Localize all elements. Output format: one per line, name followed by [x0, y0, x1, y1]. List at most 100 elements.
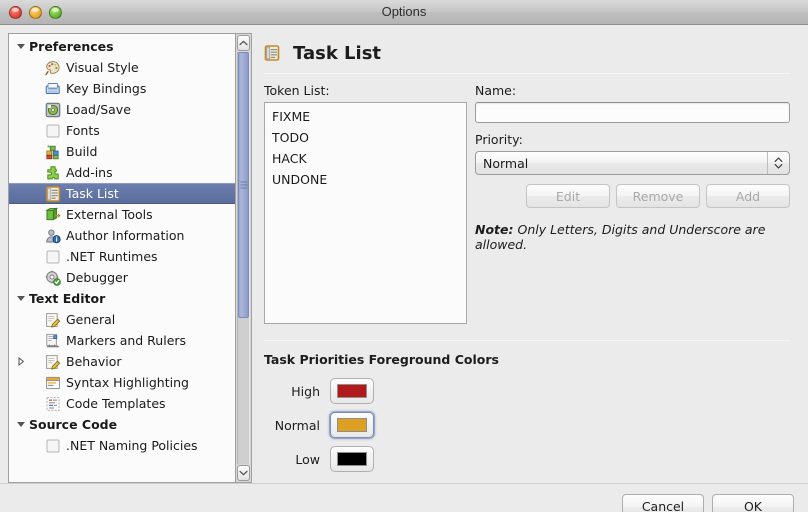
tasklist-icon [45, 185, 61, 202]
colors-section-title: Task Priorities Foreground Colors [264, 352, 499, 367]
add-token-button: Add [706, 184, 790, 208]
priority-select[interactable]: Normal [475, 151, 790, 175]
sidebar-item-text-editor[interactable]: Text Editor [9, 288, 235, 309]
sidebar-item-add-ins[interactable]: Add-ins [9, 162, 235, 183]
sidebar-item-syntax-highlighting[interactable]: Syntax Highlighting [9, 372, 235, 393]
priority-selected-value: Normal [483, 155, 529, 171]
chevron-up-icon [239, 40, 248, 46]
priority-color-row: High [264, 374, 790, 408]
blank-icon [46, 250, 60, 263]
header-divider [264, 73, 790, 74]
remove-token-button: Remove [616, 184, 700, 208]
settings-tree-scrollbar[interactable] [235, 33, 252, 483]
token-list-column: Token List: FIXME TODO HACK UNDONE [264, 83, 467, 324]
dialog-footer: Cancel OK [0, 483, 808, 512]
normal-color-button[interactable] [330, 412, 374, 438]
color-swatch [337, 452, 367, 466]
edit-token-button: Edit [526, 184, 610, 208]
sidebar-item-label: .NET Naming Policies [66, 437, 198, 453]
sidebar-item-markers-and-rulers[interactable]: Markers and Rulers [9, 330, 235, 351]
token-list-item[interactable]: UNDONE [265, 169, 466, 190]
sidebar-item-task-list[interactable]: Task List [9, 183, 235, 204]
twisty-down-icon[interactable] [13, 296, 29, 301]
sidebar-item-label: Markers and Rulers [66, 332, 187, 348]
token-list[interactable]: FIXME TODO HACK UNDONE [264, 102, 467, 324]
scroll-track[interactable] [237, 52, 250, 464]
priority-color-label: High [291, 383, 320, 399]
sidebar-item-visual-style[interactable]: Visual Style [9, 57, 235, 78]
blank-icon [46, 439, 60, 452]
template-icon [46, 396, 60, 411]
sidebar-item-source-code[interactable]: Source Code [9, 414, 235, 435]
token-list-item[interactable]: HACK [265, 148, 466, 169]
sidebar-item-general[interactable]: General [9, 309, 235, 330]
tools-icon [45, 207, 61, 220]
sidebar-item-label: Source Code [29, 416, 118, 432]
scroll-thumb[interactable] [238, 52, 249, 318]
sidebar-item-external-tools[interactable]: External Tools [9, 204, 235, 225]
sidebar-item-label: Build [66, 143, 98, 159]
syntax-icon [46, 376, 60, 389]
sidebar-item-label: Visual Style [66, 59, 139, 75]
dialog-content: Preferences Visual Style Key Bindings Load/… [0, 25, 808, 483]
priority-label: Priority: [475, 132, 523, 147]
twisty-right-icon[interactable] [13, 357, 29, 366]
priority-color-row: Normal [264, 408, 790, 442]
color-swatch [337, 384, 367, 398]
scroll-up-button[interactable] [237, 35, 250, 51]
note-text: Note: Only Letters, Digits and Underscor… [475, 222, 790, 252]
window-titlebar: Options [0, 0, 808, 25]
low-color-button[interactable] [330, 446, 374, 472]
puzzle-icon [47, 165, 59, 179]
cancel-button[interactable]: Cancel [622, 493, 704, 512]
token-list-item[interactable]: FIXME [265, 106, 466, 127]
sidebar-item-label: General [66, 311, 116, 327]
chevron-up-down-icon [774, 157, 783, 169]
sidebar-item-behavior[interactable]: Behavior [9, 351, 235, 372]
sidebar-item-label: Task List [66, 185, 119, 201]
sidebar-item-label: Preferences [29, 38, 114, 54]
sidebar-item-key-bindings[interactable]: Key Bindings [9, 78, 235, 99]
priority-color-label: Normal [274, 417, 320, 433]
token-list-item[interactable]: TODO [265, 127, 466, 148]
keyboard-icon [45, 82, 60, 94]
sidebar-item-label: Syntax Highlighting [66, 374, 189, 390]
priority-color-label: Low [295, 451, 320, 467]
sidebar-item-label: .NET Runtimes [66, 248, 158, 264]
sidebar-item-load-save[interactable]: Load/Save [9, 99, 235, 120]
stepper-arrows-icon[interactable] [767, 152, 789, 174]
sidebar-item-label: Fonts [66, 122, 100, 138]
sidebar-item-label: Author Information [66, 227, 185, 243]
sidebar-item-preferences[interactable]: Preferences [9, 36, 235, 57]
scroll-down-button[interactable] [237, 465, 250, 481]
window-title: Options [381, 4, 427, 19]
sidebar-item-net-naming-policies[interactable]: .NET Naming Policies [9, 435, 235, 456]
twisty-down-icon[interactable] [13, 44, 29, 49]
pencil-note-icon [46, 312, 61, 328]
token-editor-column: Name: Priority: Normal Edit Remove Add N… [467, 83, 790, 324]
sidebar-item-label: Behavior [66, 353, 122, 369]
sidebar-item-author-information[interactable]: Author Information [9, 225, 235, 246]
name-input[interactable] [475, 102, 790, 123]
sidebar-item-fonts[interactable]: Fonts [9, 120, 235, 141]
sidebar-item-build[interactable]: Build [9, 141, 235, 162]
settings-tree[interactable]: Preferences Visual Style Key Bindings Load/… [8, 33, 235, 483]
person-info-icon [46, 228, 61, 243]
sidebar-item-debugger[interactable]: Debugger [9, 267, 235, 288]
panel-title: Task List [293, 42, 382, 64]
token-list-label: Token List: [264, 83, 330, 98]
scroll-thumb-grip [240, 181, 247, 189]
token-action-buttons: Edit Remove Add [475, 184, 790, 208]
high-color-button[interactable] [330, 378, 374, 404]
twisty-down-icon[interactable] [13, 422, 29, 427]
ok-button[interactable]: OK [712, 493, 794, 512]
colors-divider [264, 340, 790, 341]
task-list-settings-panel: Task List Token List: FIXME TODO HACK UNDON… [252, 33, 800, 483]
sidebar-item-code-templates[interactable]: Code Templates [9, 393, 235, 414]
panel-header: Task List [264, 39, 790, 67]
sidebar-item-label: External Tools [66, 206, 153, 222]
sidebar-item-net-runtimes[interactable]: .NET Runtimes [9, 246, 235, 267]
options-dialog-window: Options Preferences Visual Style Key Bindi… [0, 0, 808, 512]
sidebar-item-label: Debugger [66, 269, 128, 285]
sidebar-item-label: Add-ins [66, 164, 113, 180]
